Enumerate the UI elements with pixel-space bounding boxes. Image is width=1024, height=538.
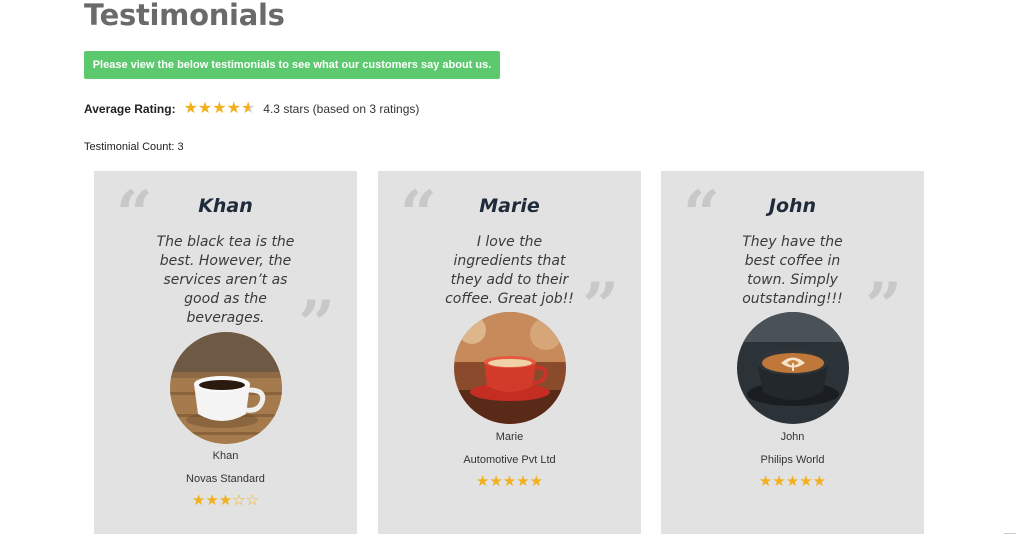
testimonial-company: Philips World	[760, 454, 825, 466]
testimonial-name: Khan	[198, 195, 253, 217]
testimonial-photo	[737, 312, 849, 424]
notice-text: Please view the below testimonials to se…	[92, 59, 492, 71]
close-quote-icon: ”	[298, 287, 335, 362]
testimonial-rating-stars: ★★★☆☆	[94, 492, 357, 510]
latte-art-cup-image	[737, 312, 849, 424]
average-rating-stars: ★ ★ ★ ★ ★	[184, 101, 256, 117]
star-icon: ★	[489, 473, 503, 490]
empty-star-icon: ☆	[232, 492, 246, 509]
star-icon: ★	[475, 473, 490, 490]
testimonial-quote: The black tea is the best. However, the …	[156, 234, 295, 326]
star-icon: ★	[785, 473, 800, 490]
red-coffee-cup-image	[454, 312, 566, 424]
testimonial-photo	[170, 332, 282, 444]
star-icon: ★	[529, 473, 544, 490]
testimonial-name: John	[768, 195, 817, 217]
star-icon: ★	[205, 492, 219, 509]
testimonial-company: Novas Standard	[186, 473, 265, 485]
star-icon: ★	[502, 473, 517, 490]
star-icon: ★	[758, 473, 773, 490]
star-icon: ★	[191, 492, 206, 509]
scroll-indicator	[1004, 533, 1016, 534]
testimonial-name: Marie	[479, 195, 540, 217]
star-icon: ★	[226, 100, 241, 117]
star-icon: ★	[183, 100, 198, 117]
average-rating-label: Average Rating:	[84, 102, 176, 116]
empty-star-icon: ☆	[245, 492, 260, 509]
white-coffee-cup-image	[170, 332, 282, 444]
average-rating-row: Average Rating: ★ ★ ★ ★ ★ 4.3 stars (bas…	[84, 99, 419, 119]
testimonial-photo	[454, 312, 566, 424]
testimonial-author: Khan	[212, 450, 239, 462]
page-title: Testimonials	[84, 0, 285, 32]
testimonial-card: “ Marie I love the ingredients that they…	[378, 171, 641, 534]
close-quote-icon: ”	[582, 269, 619, 344]
testimonial-author: Marie	[495, 431, 524, 443]
testimonial-company: Automotive Pvt Ltd	[463, 454, 556, 466]
star-icon: ★	[812, 473, 827, 490]
testimonial-quote: They have the best coffee in town. Simpl…	[742, 234, 843, 307]
close-quote-icon: ”	[865, 269, 902, 344]
star-icon: ★	[772, 473, 786, 490]
testimonial-count: Testimonial Count: 3	[84, 141, 184, 153]
testimonial-card: “ Khan The black tea is the best. Howeve…	[94, 171, 357, 534]
testimonial-author: John	[780, 431, 805, 443]
testimonial-rating-stars: ★★★★★	[661, 473, 924, 491]
star-icon: ★	[212, 100, 227, 117]
testimonial-quote: I love the ingredients that they add to …	[445, 234, 574, 307]
star-icon: ★	[218, 492, 233, 509]
star-icon: ★	[799, 473, 813, 490]
average-rating-text: 4.3 stars (based on 3 ratings)	[263, 102, 420, 116]
star-icon: ★	[197, 100, 213, 117]
half-star-icon: ★	[240, 100, 256, 117]
testimonial-rating-stars: ★★★★★	[378, 473, 641, 491]
testimonial-card: “ John They have the best coffee in town…	[661, 171, 924, 534]
testimonials-notice-banner: Please view the below testimonials to se…	[84, 51, 500, 79]
star-icon: ★	[516, 473, 530, 490]
